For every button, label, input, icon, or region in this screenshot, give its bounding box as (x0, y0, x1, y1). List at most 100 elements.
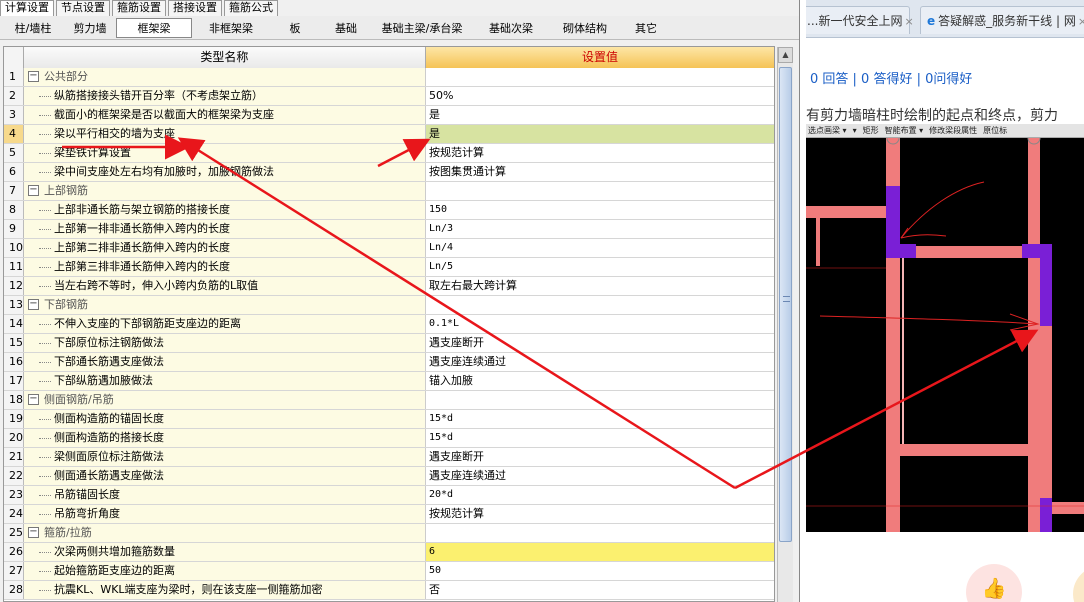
table-row[interactable]: 10 上部第二排非通长筋伸入跨内的长度 Ln/4 (4, 239, 774, 258)
top-tab[interactable]: 箍筋公式 (224, 0, 278, 16)
table-row[interactable]: 4 梁以平行相交的墙为支座 是 (4, 125, 774, 144)
collapse-icon[interactable]: − (27, 185, 39, 196)
row-value-cell[interactable]: 0.1*L (426, 315, 774, 333)
table-row[interactable]: 22 侧面通长筋遇支座做法 遇支座连续通过 (4, 467, 774, 486)
collapse-icon[interactable]: − (28, 394, 39, 405)
sub-tab[interactable]: 基础主梁/承台梁 (372, 18, 472, 38)
sub-tab[interactable]: 基础 (321, 18, 371, 38)
close-icon[interactable]: × (904, 15, 913, 28)
row-value-cell[interactable] (426, 68, 774, 86)
table-row[interactable]: 12 当左右跨不等时，伸入小跨内负筋的L取值 取左右最大跨计算 (4, 277, 774, 296)
group-row[interactable]: 7− 上部钢筋 (4, 182, 774, 201)
table-row[interactable]: 11 上部第三排非通长筋伸入跨内的长度 Ln/5 (4, 258, 774, 277)
row-value-cell[interactable]: Ln/4 (426, 239, 774, 257)
row-value-cell[interactable]: 遇支座断开 (426, 448, 774, 466)
top-tab[interactable]: 计算设置 (0, 0, 54, 16)
table-row[interactable]: 26 次梁两侧共增加箍筋数量 6 (4, 543, 774, 562)
browser-tab-1[interactable]: ...新一代安全上网 × (806, 6, 914, 34)
question-text: 有剪力墙暗柱时绘制的起点和终点，剪力 (806, 108, 1058, 124)
row-value-cell[interactable]: 15*d (426, 429, 774, 447)
like-icon[interactable]: 👍 (966, 564, 1022, 602)
row-index: 6 (4, 163, 24, 181)
table-row[interactable]: 28 抗震KL、WKL端支座为梁时，则在该支座一侧箍筋加密 否 (4, 581, 774, 600)
header-type-name[interactable]: 类型名称 (23, 47, 426, 68)
cad-screenshot: 选点画梁 ▾ ▾ 矩形 智能布置 ▾ 修改梁段属性 原位标 (806, 124, 1084, 532)
table-row[interactable]: 21 梁侧面原位标注筋做法 遇支座断开 (4, 448, 774, 467)
row-value-cell[interactable]: 150 (426, 201, 774, 219)
table-row[interactable]: 2 纵筋搭接接头错开百分率（不考虑架立筋） 50% (4, 87, 774, 106)
top-tab[interactable]: 搭接设置 (168, 0, 222, 16)
close-icon[interactable]: × (1078, 15, 1084, 28)
row-name-text: 下部通长筋遇支座做法 (54, 355, 164, 368)
row-value-cell[interactable]: Ln/3 (426, 220, 774, 238)
table-row[interactable]: 19 侧面构造筋的锚固长度 15*d (4, 410, 774, 429)
reward-button[interactable] (1073, 566, 1084, 602)
sub-tab[interactable]: 非框架梁 (193, 18, 269, 38)
sub-tab[interactable]: 其它 (621, 18, 671, 38)
row-value-cell[interactable]: 遇支座连续通过 (426, 353, 774, 371)
sub-tab[interactable]: 柱/墙柱 (2, 18, 64, 38)
row-name-text: 上部非通长筋与架立钢筋的搭接长度 (53, 203, 230, 216)
collapse-icon[interactable]: − (28, 299, 39, 310)
row-value-cell[interactable]: 按规范计算 (426, 505, 774, 523)
row-value-cell[interactable]: Ln/5 (426, 258, 774, 276)
row-value-cell[interactable]: 是 (425, 125, 774, 143)
row-name-cell: 梁侧面原位标注筋做法 (24, 448, 426, 466)
collapse-icon[interactable]: − (27, 71, 39, 82)
row-value-cell[interactable] (426, 182, 774, 200)
row-value-cell[interactable]: 是 (426, 106, 774, 124)
table-row[interactable]: 6 梁中间支座处左右均有加腋时，加腋钢筋做法 按图集贯通计算 (4, 163, 774, 182)
collapse-icon[interactable]: − (28, 527, 39, 538)
cad-toolbar-item: 修改梁段属性 (929, 126, 978, 135)
answer-stats[interactable]: 0 回答 | 0 答得好 | 0问得好 (810, 68, 972, 87)
table-row[interactable]: 23 吊筋锚固长度 20*d (4, 486, 774, 505)
row-value-cell[interactable]: 锚入加腋 (426, 372, 774, 390)
table-row[interactable]: 27 起始箍筋距支座边的距离 50 (4, 562, 774, 581)
table-row[interactable]: 14 不伸入支座的下部钢筋距支座边的距离 0.1*L (4, 315, 774, 334)
table-row[interactable]: 5 梁垫铁计算设置 按规范计算 (4, 144, 774, 163)
group-row[interactable]: 13− 下部钢筋 (4, 296, 774, 315)
top-tab[interactable]: 箍筋设置 (112, 0, 166, 16)
browser-tab-2[interactable]: e 答疑解惑_服务新干线 | 网 × (920, 6, 1084, 34)
sub-tab[interactable]: 砌体结构 (550, 18, 620, 38)
row-value-cell[interactable]: 6 (425, 543, 774, 561)
vertical-scrollbar[interactable]: ▲ (777, 47, 793, 602)
table-row[interactable]: 24 吊筋弯折角度 按规范计算 (4, 505, 774, 524)
row-value-cell[interactable]: 遇支座连续通过 (426, 467, 774, 485)
row-value-cell[interactable]: 50 (426, 562, 774, 580)
row-value-cell[interactable] (426, 296, 774, 314)
table-row[interactable]: 17 下部纵筋遇加腋做法 锚入加腋 (4, 372, 774, 391)
sub-tab[interactable]: 框架梁 (116, 17, 192, 38)
group-row[interactable]: 25− 箍筋/拉筋 (4, 524, 774, 543)
row-name-text: 箍筋/拉筋 (44, 526, 92, 539)
row-value-cell[interactable] (426, 524, 774, 542)
sub-tab[interactable]: 剪力墙 (65, 18, 115, 38)
row-value-cell[interactable]: 15*d (426, 410, 774, 428)
table-row[interactable]: 9 上部第一排非通长筋伸入跨内的长度 Ln/3 (4, 220, 774, 239)
table-row[interactable]: 15 下部原位标注钢筋做法 遇支座断开 (4, 334, 774, 353)
row-value-cell[interactable]: 遇支座断开 (426, 334, 774, 352)
row-value-cell[interactable]: 取左右最大跨计算 (426, 277, 774, 295)
scroll-up-icon[interactable]: ▲ (778, 47, 793, 63)
row-value-cell[interactable]: 20*d (426, 486, 774, 504)
table-row[interactable]: 20 侧面构造筋的搭接长度 15*d (4, 429, 774, 448)
row-value-cell[interactable]: 按图集贯通计算 (426, 163, 774, 181)
table-row[interactable]: 8 上部非通长筋与架立钢筋的搭接长度 150 (4, 201, 774, 220)
table-row[interactable]: 16 下部通长筋遇支座做法 遇支座连续通过 (4, 353, 774, 372)
row-value-cell[interactable]: 否 (426, 581, 774, 599)
row-value-cell[interactable]: 按规范计算 (426, 144, 774, 162)
row-index: 2 (4, 87, 24, 105)
row-value-cell[interactable]: 50% (426, 87, 774, 105)
group-row[interactable]: 18− 侧面钢筋/吊筋 (4, 391, 774, 410)
table-row[interactable]: 3 截面小的框架梁是否以截面大的框架梁为支座 是 (4, 106, 774, 125)
row-index: 25 (4, 524, 24, 542)
sub-tab[interactable]: 板 (270, 18, 320, 38)
scroll-thumb[interactable] (779, 67, 792, 542)
row-name-cell: − 公共部分 (23, 68, 426, 86)
beam-left-stub (816, 206, 820, 266)
sub-tab[interactable]: 基础次梁 (473, 18, 549, 38)
top-tab[interactable]: 节点设置 (56, 0, 110, 16)
row-value-cell[interactable] (426, 391, 774, 409)
group-row[interactable]: 1− 公共部分 (4, 68, 774, 87)
header-setting-value[interactable]: 设置值 (425, 47, 774, 68)
